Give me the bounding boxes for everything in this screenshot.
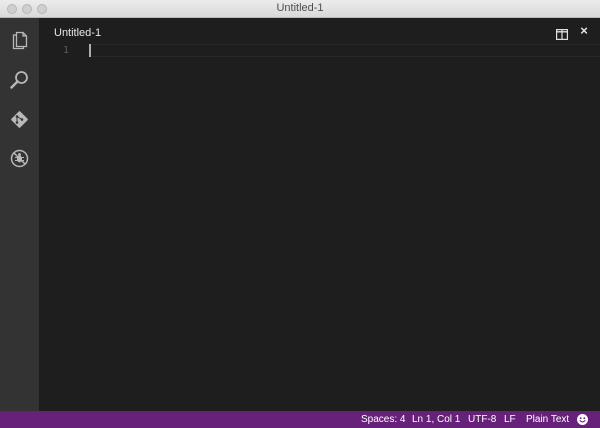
activity-bar: [0, 18, 39, 411]
close-icon[interactable]: ×: [578, 24, 590, 38]
status-line-ending[interactable]: LF: [504, 414, 516, 425]
editor-area: Untitled-1 × 1: [39, 18, 600, 411]
git-icon[interactable]: [9, 109, 30, 130]
smiley-icon[interactable]: [577, 414, 588, 425]
window-title: Untitled-1: [276, 2, 324, 14]
editor-line[interactable]: 1: [39, 44, 600, 57]
editor-title-bar: Untitled-1 ×: [39, 18, 600, 45]
status-indentation[interactable]: Spaces: 4: [361, 414, 405, 425]
split-editor-icon[interactable]: [556, 27, 569, 41]
status-bar: Spaces: 4 Ln 1, Col 1 UTF-8 LF Plain Tex…: [0, 411, 600, 428]
editor-tab-title[interactable]: Untitled-1: [54, 27, 101, 39]
search-icon[interactable]: [9, 69, 30, 90]
title-bar: Untitled-1: [0, 0, 600, 18]
status-encoding[interactable]: UTF-8: [468, 414, 496, 425]
status-cursor-position[interactable]: Ln 1, Col 1: [412, 414, 460, 425]
current-line-highlight: [89, 44, 600, 57]
app-window: Untitled-1 Untitled-1 × 1 Spaces: 4 Ln 1…: [0, 0, 600, 428]
line-number: 1: [62, 45, 69, 56]
status-language-mode[interactable]: Plain Text: [526, 414, 569, 425]
explorer-icon[interactable]: [9, 30, 30, 51]
debug-icon[interactable]: [9, 148, 30, 169]
text-cursor: [89, 44, 91, 57]
